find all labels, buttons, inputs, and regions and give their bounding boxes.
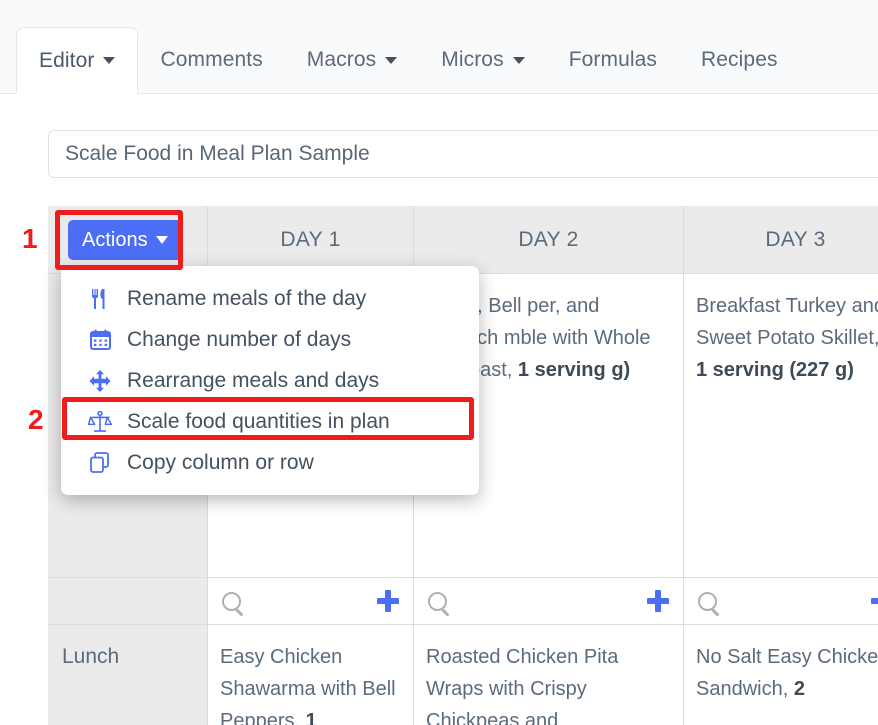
plan-title-input[interactable] xyxy=(48,130,878,178)
tab-formulas[interactable]: Formulas xyxy=(547,27,679,93)
tab-bar: Editor Comments Macros Micros Formulas R… xyxy=(0,0,878,94)
tab-comments-label: Comments xyxy=(160,48,263,71)
tab-editor[interactable]: Editor xyxy=(16,27,139,94)
search-icon[interactable] xyxy=(222,591,241,611)
menu-item-copy-column-row-label: Copy column or row xyxy=(127,450,314,474)
header-day-1-label: DAY 1 xyxy=(280,227,341,251)
cell-day-3-lunch-serving: 2 xyxy=(793,678,805,700)
menu-item-scale-food-quantities-label: Scale food quantities in plan xyxy=(127,409,390,433)
copy-icon xyxy=(83,452,117,473)
actions-button[interactable]: Actions xyxy=(68,220,182,260)
tab-micros[interactable]: Micros xyxy=(419,27,546,93)
header-day-3-label: DAY 3 xyxy=(765,227,826,251)
header-day-2-label: DAY 2 xyxy=(518,227,579,251)
header-cell-day-3[interactable]: DAY 3 xyxy=(684,206,878,274)
row-label-lunch[interactable]: Lunch xyxy=(48,625,208,725)
menu-item-copy-column-row[interactable]: Copy column or row xyxy=(61,442,479,483)
actions-button-label: Actions xyxy=(82,228,148,251)
menu-item-rename-meals[interactable]: Rename meals of the day xyxy=(61,278,479,319)
cell-day-3-lunch[interactable]: No Salt Easy Chicken Sandwich, 2 xyxy=(684,625,878,725)
header-cell-day-2[interactable]: DAY 2 xyxy=(414,206,684,274)
tab-micros-label: Micros xyxy=(441,48,504,71)
menu-item-change-days-label: Change number of days xyxy=(127,327,352,351)
add-food-cell-day-2[interactable] xyxy=(414,578,684,625)
cell-day-3-lunch-name: No Salt Easy Chicken Sandwich, xyxy=(696,646,878,700)
menu-item-change-days[interactable]: Change number of days xyxy=(61,319,479,360)
row-label-lunch-text: Lunch xyxy=(62,645,120,668)
cell-day-2-lunch-name: Roasted Chicken Pita Wraps with Crispy C… xyxy=(426,646,619,725)
menu-item-rename-meals-label: Rename meals of the day xyxy=(127,286,367,310)
tab-macros[interactable]: Macros xyxy=(285,27,419,93)
chevron-down-icon xyxy=(103,57,116,64)
table-row: Lunch Easy Chicken Shawarma with Bell Pe… xyxy=(48,625,878,725)
cell-day-2-breakfast-grams: g) xyxy=(611,359,631,381)
tab-editor-label: Editor xyxy=(39,48,95,72)
chevron-down-icon xyxy=(155,236,168,244)
cell-day-3-breakfast-name: Breakfast Turkey and Sweet Potato Skille… xyxy=(696,295,878,349)
annotation-number-1: 1 xyxy=(22,223,38,254)
cell-day-3-breakfast-serving: 1 serving xyxy=(696,359,784,381)
tab-macros-label: Macros xyxy=(306,48,377,71)
tab-comments[interactable]: Comments xyxy=(138,27,284,93)
add-food-row-spacer xyxy=(48,578,208,625)
cell-day-1-lunch-serving: 1 xyxy=(305,710,317,725)
tab-list: Editor Comments Macros Micros Formulas R… xyxy=(16,27,800,94)
balance-scale-icon xyxy=(83,410,117,433)
cell-day-2-breakfast-serving: 1 serving xyxy=(517,359,606,381)
cell-day-3-breakfast-grams: (227 g) xyxy=(789,359,854,381)
cell-day-2-lunch[interactable]: Roasted Chicken Pita Wraps with Crispy C… xyxy=(414,625,684,725)
search-icon[interactable] xyxy=(428,591,447,611)
add-icon[interactable] xyxy=(377,590,399,612)
fork-knife-icon xyxy=(83,288,117,310)
tab-formulas-label: Formulas xyxy=(568,48,658,71)
menu-item-scale-food-quantities[interactable]: Scale food quantities in plan xyxy=(61,401,479,442)
move-arrows-icon xyxy=(83,369,117,392)
add-icon[interactable] xyxy=(871,590,878,612)
add-food-row xyxy=(48,578,878,625)
header-cell-day-1[interactable]: DAY 1 xyxy=(208,206,414,274)
chevron-down-icon xyxy=(385,56,398,64)
plan-title-row xyxy=(48,130,878,178)
menu-item-rearrange[interactable]: Rearrange meals and days xyxy=(61,360,479,401)
app-root: Editor Comments Macros Micros Formulas R… xyxy=(0,0,878,725)
tab-recipes[interactable]: Recipes xyxy=(679,27,800,93)
tab-recipes-label: Recipes xyxy=(701,48,778,71)
annotation-number-2: 2 xyxy=(28,404,44,435)
add-icon[interactable] xyxy=(647,590,669,612)
search-icon[interactable] xyxy=(698,591,717,611)
calendar-icon xyxy=(83,329,117,350)
chevron-down-icon xyxy=(512,56,525,64)
cell-day-3-breakfast[interactable]: Breakfast Turkey and Sweet Potato Skille… xyxy=(684,274,878,578)
menu-item-rearrange-label: Rearrange meals and days xyxy=(127,368,380,392)
add-food-cell-day-1[interactable] xyxy=(208,578,414,625)
add-food-cell-day-3[interactable] xyxy=(684,578,878,625)
actions-dropdown-menu: Rename meals of the day Change number of… xyxy=(61,266,479,495)
cell-day-1-lunch[interactable]: Easy Chicken Shawarma with Bell Peppers,… xyxy=(208,625,414,725)
